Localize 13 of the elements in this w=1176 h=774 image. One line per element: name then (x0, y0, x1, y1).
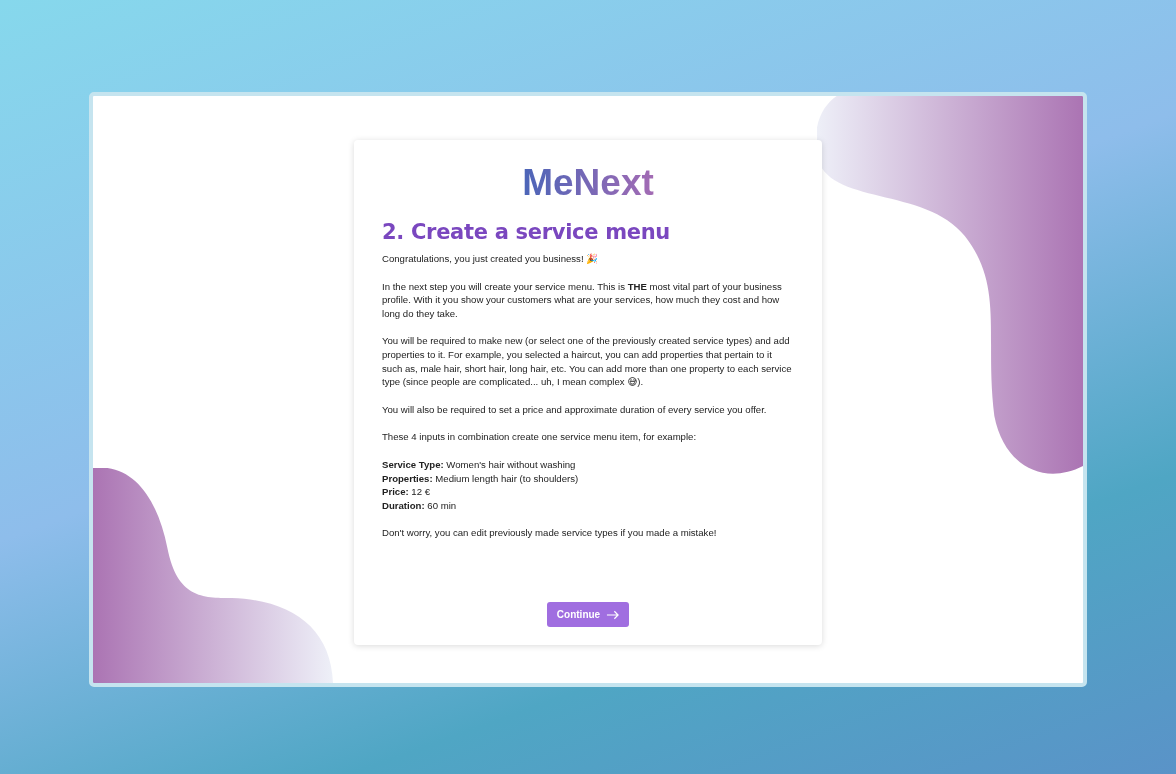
arrow-right-icon (606, 609, 620, 620)
continue-button[interactable]: Continue (546, 602, 630, 627)
paragraph: Don't worry, you can edit previously made service types if you made a mistake! (382, 526, 718, 540)
example-line: Duration: 60 min (382, 498, 458, 513)
paragraph: In the next step you will create your service menu. This is THE most vital part of your business profile. With it you show your customers what are your services, how much they cost and how long do they take. (382, 279, 783, 321)
paragraph: You will be required to make new (or select one of the previously created service types) and add properties to it. For example, you selected a haircut, you can add properties that pertain to it such as, male hair, short hair, long hair, etc. You can add more than one property to each service type (since people are complicated... uh, I mean complex 😅). (382, 334, 793, 389)
paragraph: These 4 inputs in combination create one service menu item, for example: (382, 430, 698, 444)
heading: 2. Create a service menu (382, 220, 670, 244)
example-line: Properties: Medium length hair (to shoulders) (382, 471, 580, 486)
paragraph: You will also be required to set a price and approximate duration of every service you offer. (382, 402, 768, 417)
paragraph: Congratulations, you just created you business! 🎉 (382, 252, 600, 266)
example-line: Service Type: Women's hair without washing (382, 457, 577, 472)
example-line: Price: 12 € (382, 485, 431, 499)
